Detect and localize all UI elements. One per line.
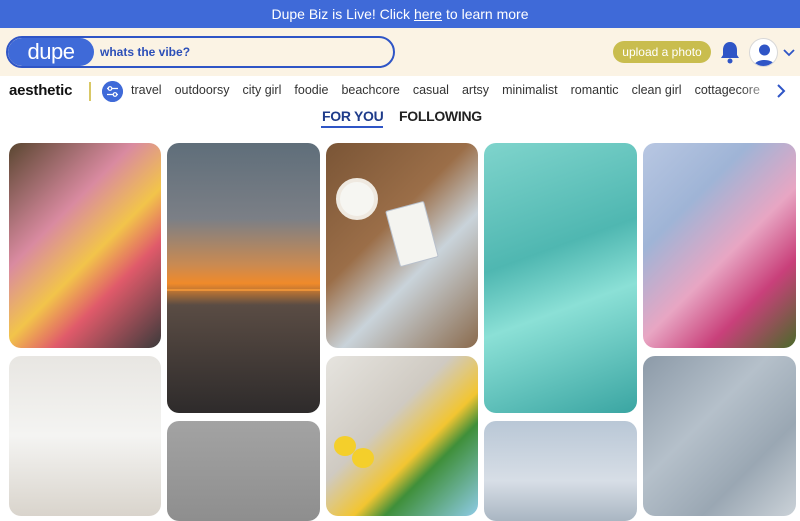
upload-photo-button[interactable]: upload a photo	[613, 41, 711, 63]
category-travel[interactable]: travel	[131, 83, 162, 97]
category-casual[interactable]: casual	[413, 83, 449, 97]
search-bar[interactable]: dupe	[6, 36, 395, 68]
category-beachcore[interactable]: beachcore	[341, 83, 399, 97]
category-romantic[interactable]: romantic	[571, 83, 619, 97]
feed-image-coffee-notebook[interactable]	[326, 143, 478, 348]
search-input[interactable]	[100, 41, 380, 63]
feed-image-flowers-market[interactable]	[9, 143, 161, 348]
category-bar: aesthetic travel outdoorsy city girl foo…	[0, 76, 800, 106]
category-city-girl[interactable]: city girl	[242, 83, 281, 97]
tab-for-you[interactable]: FOR YOU	[322, 108, 384, 124]
feed-image-pavement[interactable]	[167, 421, 320, 521]
category-divider	[89, 82, 91, 101]
user-avatar-icon[interactable]	[749, 38, 778, 67]
active-tab-indicator	[321, 126, 383, 128]
banner-text: Dupe Biz is Live! Click	[271, 6, 410, 22]
lemon	[352, 448, 374, 468]
category-artsy[interactable]: artsy	[462, 83, 489, 97]
announcement-banner: Dupe Biz is Live! Click here to learn mo…	[0, 0, 800, 28]
bell-icon[interactable]	[719, 40, 741, 64]
chevron-right-icon[interactable]	[774, 83, 788, 99]
coffee-cup	[336, 178, 378, 220]
category-list: travel outdoorsy city girl foodie beachc…	[131, 83, 773, 97]
category-minimalist[interactable]: minimalist	[502, 83, 558, 97]
horizon-line	[167, 289, 320, 291]
feed-image-girl-tshirt[interactable]	[9, 356, 161, 516]
top-header: dupe upload a photo	[0, 28, 800, 76]
feed-image-bed-book[interactable]	[643, 356, 796, 516]
dupe-logo[interactable]: dupe	[8, 38, 94, 66]
category-outdoorsy[interactable]: outdoorsy	[175, 83, 230, 97]
tab-following[interactable]: FOLLOWING	[399, 108, 482, 124]
category-title: aesthetic	[9, 82, 73, 99]
chevron-down-icon[interactable]	[782, 45, 796, 59]
notebook	[385, 200, 439, 268]
category-clean-girl[interactable]: clean girl	[632, 83, 682, 97]
category-foodie[interactable]: foodie	[294, 83, 328, 97]
feed-image-lemons-wine[interactable]	[326, 356, 478, 516]
banner-link[interactable]: here	[414, 6, 442, 22]
feed-image-pool-water[interactable]	[484, 143, 637, 413]
feed-image-sunset-sea[interactable]	[167, 143, 320, 413]
feed-image-hydrangeas[interactable]	[643, 143, 796, 348]
feed-image-sky-marina[interactable]	[484, 421, 637, 521]
sliders-icon[interactable]	[102, 81, 123, 102]
banner-text-end: to learn more	[446, 6, 529, 22]
